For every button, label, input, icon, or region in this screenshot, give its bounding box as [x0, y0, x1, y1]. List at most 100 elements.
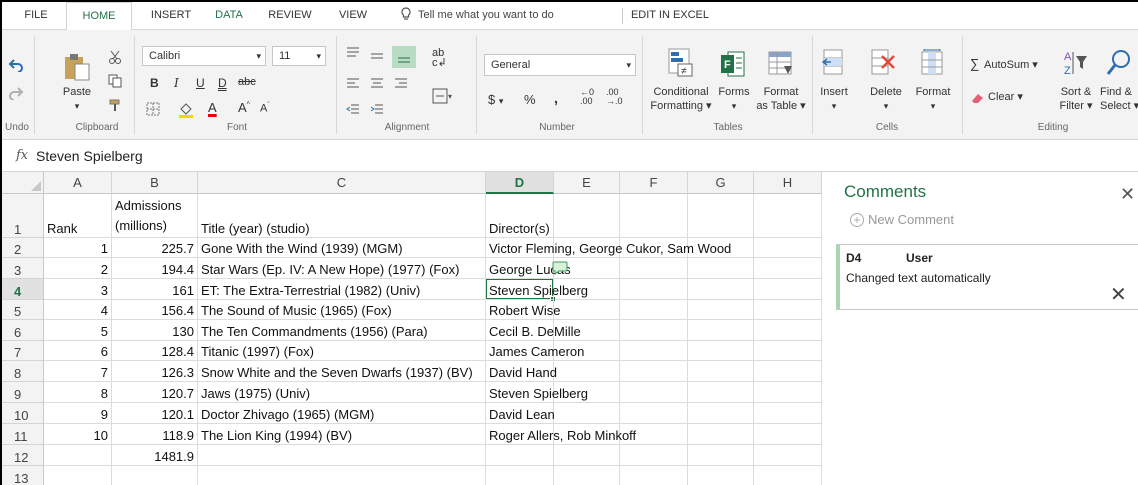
cell-e8[interactable] — [554, 361, 620, 382]
align-center-icon[interactable] — [370, 76, 384, 90]
cell-d5[interactable]: Robert Wise — [486, 300, 561, 320]
delete-comment-icon[interactable]: ✕ — [1110, 285, 1127, 305]
column-header-e[interactable]: E — [554, 172, 620, 194]
tab-insert[interactable]: INSERT — [142, 2, 200, 30]
tab-edit-in-excel[interactable]: EDIT IN EXCEL — [630, 2, 710, 30]
cell-a7[interactable]: 6 — [44, 341, 112, 361]
cell-h13[interactable] — [754, 466, 822, 485]
cell-a10[interactable]: 9 — [44, 403, 112, 424]
comma-style-icon[interactable]: , — [554, 90, 558, 106]
cell-g4[interactable] — [688, 279, 754, 300]
font-color-icon[interactable]: A — [208, 100, 217, 115]
column-header-b[interactable]: B — [112, 172, 198, 194]
tab-review[interactable]: REVIEW — [260, 2, 320, 30]
format-painter-icon[interactable] — [108, 98, 122, 112]
cell-g6[interactable] — [688, 320, 754, 341]
currency-icon[interactable]: $ ▾ — [488, 92, 503, 107]
cell-f12[interactable] — [620, 445, 688, 466]
decrease-indent-icon[interactable] — [346, 102, 360, 116]
cell-a12[interactable] — [44, 445, 112, 466]
cell-c10[interactable]: Doctor Zhivago (1965) (MGM) — [198, 403, 486, 424]
strikethrough-icon[interactable]: abc — [238, 76, 256, 88]
cell-d4[interactable]: Steven Spielberg — [486, 279, 588, 300]
cell-g3[interactable] — [688, 258, 754, 279]
cell-a3[interactable]: 2 — [44, 258, 112, 279]
cell-a13[interactable] — [44, 466, 112, 485]
column-header-a[interactable]: A — [44, 172, 112, 194]
cell-f9[interactable] — [620, 382, 688, 403]
underline-icon[interactable]: U — [196, 76, 205, 90]
increase-font-icon[interactable]: A^ — [238, 100, 250, 115]
cell-d12[interactable] — [486, 445, 554, 466]
cell-b2[interactable]: 225.7 — [112, 238, 198, 258]
cell-b7[interactable]: 128.4 — [112, 341, 198, 361]
cell-a1[interactable]: Rank — [44, 194, 112, 238]
row-header-4[interactable]: 4 — [2, 279, 44, 300]
cell-a2[interactable]: 1 — [44, 238, 112, 258]
cell-d1[interactable]: Director(s) — [486, 194, 554, 238]
cell-b10[interactable]: 120.1 — [112, 403, 198, 424]
row-header-1[interactable]: 1 — [2, 194, 44, 238]
row-header-7[interactable]: 7 — [2, 341, 44, 361]
cell-f13[interactable] — [620, 466, 688, 485]
cell-c11[interactable]: The Lion King (1994) (BV) — [198, 424, 486, 445]
cell-b6[interactable]: 130 — [112, 320, 198, 341]
cell-f4[interactable] — [620, 279, 688, 300]
cell-b5[interactable]: 156.4 — [112, 300, 198, 320]
cell-h9[interactable] — [754, 382, 822, 403]
undo-icon[interactable] — [8, 58, 24, 72]
percent-icon[interactable]: % — [524, 92, 536, 107]
cell-f10[interactable] — [620, 403, 688, 424]
cell-h6[interactable] — [754, 320, 822, 341]
tell-me-search[interactable]: Tell me what you want to do — [400, 2, 554, 30]
row-header-9[interactable]: 9 — [2, 382, 44, 403]
cell-e10[interactable] — [554, 403, 620, 424]
cell-e5[interactable] — [554, 300, 620, 320]
new-comment-button[interactable]: + New Comment — [850, 212, 954, 227]
row-header-6[interactable]: 6 — [2, 320, 44, 341]
cell-b13[interactable] — [112, 466, 198, 485]
cell-h12[interactable] — [754, 445, 822, 466]
cell-c12[interactable] — [198, 445, 486, 466]
cell-e12[interactable] — [554, 445, 620, 466]
cell-b3[interactable]: 194.4 — [112, 258, 198, 279]
cell-c4[interactable]: ET: The Extra-Terrestrial (1982) (Univ) — [198, 279, 486, 300]
tab-data[interactable]: DATA — [208, 2, 250, 30]
cell-c1[interactable]: Title (year) (studio) — [198, 194, 486, 238]
cell-g12[interactable] — [688, 445, 754, 466]
cell-d6[interactable]: Cecil B. DeMille — [486, 320, 581, 341]
number-format-dropdown[interactable]: General ▾ — [484, 54, 636, 76]
cell-b9[interactable]: 120.7 — [112, 382, 198, 403]
row-header-5[interactable]: 5 — [2, 300, 44, 320]
cell-c6[interactable]: The Ten Commandments (1956) (Para) — [198, 320, 486, 341]
cell-g11[interactable] — [688, 424, 754, 445]
cell-a8[interactable]: 7 — [44, 361, 112, 382]
tab-home[interactable]: HOME — [66, 2, 132, 31]
cell-a9[interactable]: 8 — [44, 382, 112, 403]
cell-d2[interactable]: Victor Fleming, George Cukor, Sam Wood — [486, 238, 731, 258]
cell-g8[interactable] — [688, 361, 754, 382]
column-header-c[interactable]: C — [198, 172, 486, 194]
cell-d7[interactable]: James Cameron — [486, 341, 584, 361]
comment-card[interactable]: D4 User Changed text automatically ✕ — [836, 244, 1138, 310]
align-top-icon[interactable] — [346, 46, 360, 60]
cell-g7[interactable] — [688, 341, 754, 361]
cell-g10[interactable] — [688, 403, 754, 424]
cell-b4[interactable]: 161 — [112, 279, 198, 300]
cell-d11[interactable]: Roger Allers, Rob Minkoff — [486, 424, 636, 445]
cell-f8[interactable] — [620, 361, 688, 382]
column-header-h[interactable]: H — [754, 172, 822, 194]
comment-indicator-icon[interactable] — [552, 261, 568, 275]
cell-h7[interactable] — [754, 341, 822, 361]
cell-b12[interactable]: 1481.9 — [112, 445, 198, 466]
tab-view[interactable]: VIEW — [330, 2, 376, 30]
font-name-dropdown[interactable]: Calibri ▾ — [142, 46, 266, 66]
align-left-icon[interactable] — [346, 76, 360, 90]
cell-a5[interactable]: 4 — [44, 300, 112, 320]
increase-indent-icon[interactable] — [370, 102, 384, 116]
tab-file[interactable]: FILE — [16, 2, 56, 30]
cell-c8[interactable]: Snow White and the Seven Dwarfs (1937) (… — [198, 361, 486, 382]
cell-h5[interactable] — [754, 300, 822, 320]
cell-a4[interactable]: 3 — [44, 279, 112, 300]
column-header-f[interactable]: F — [620, 172, 688, 194]
